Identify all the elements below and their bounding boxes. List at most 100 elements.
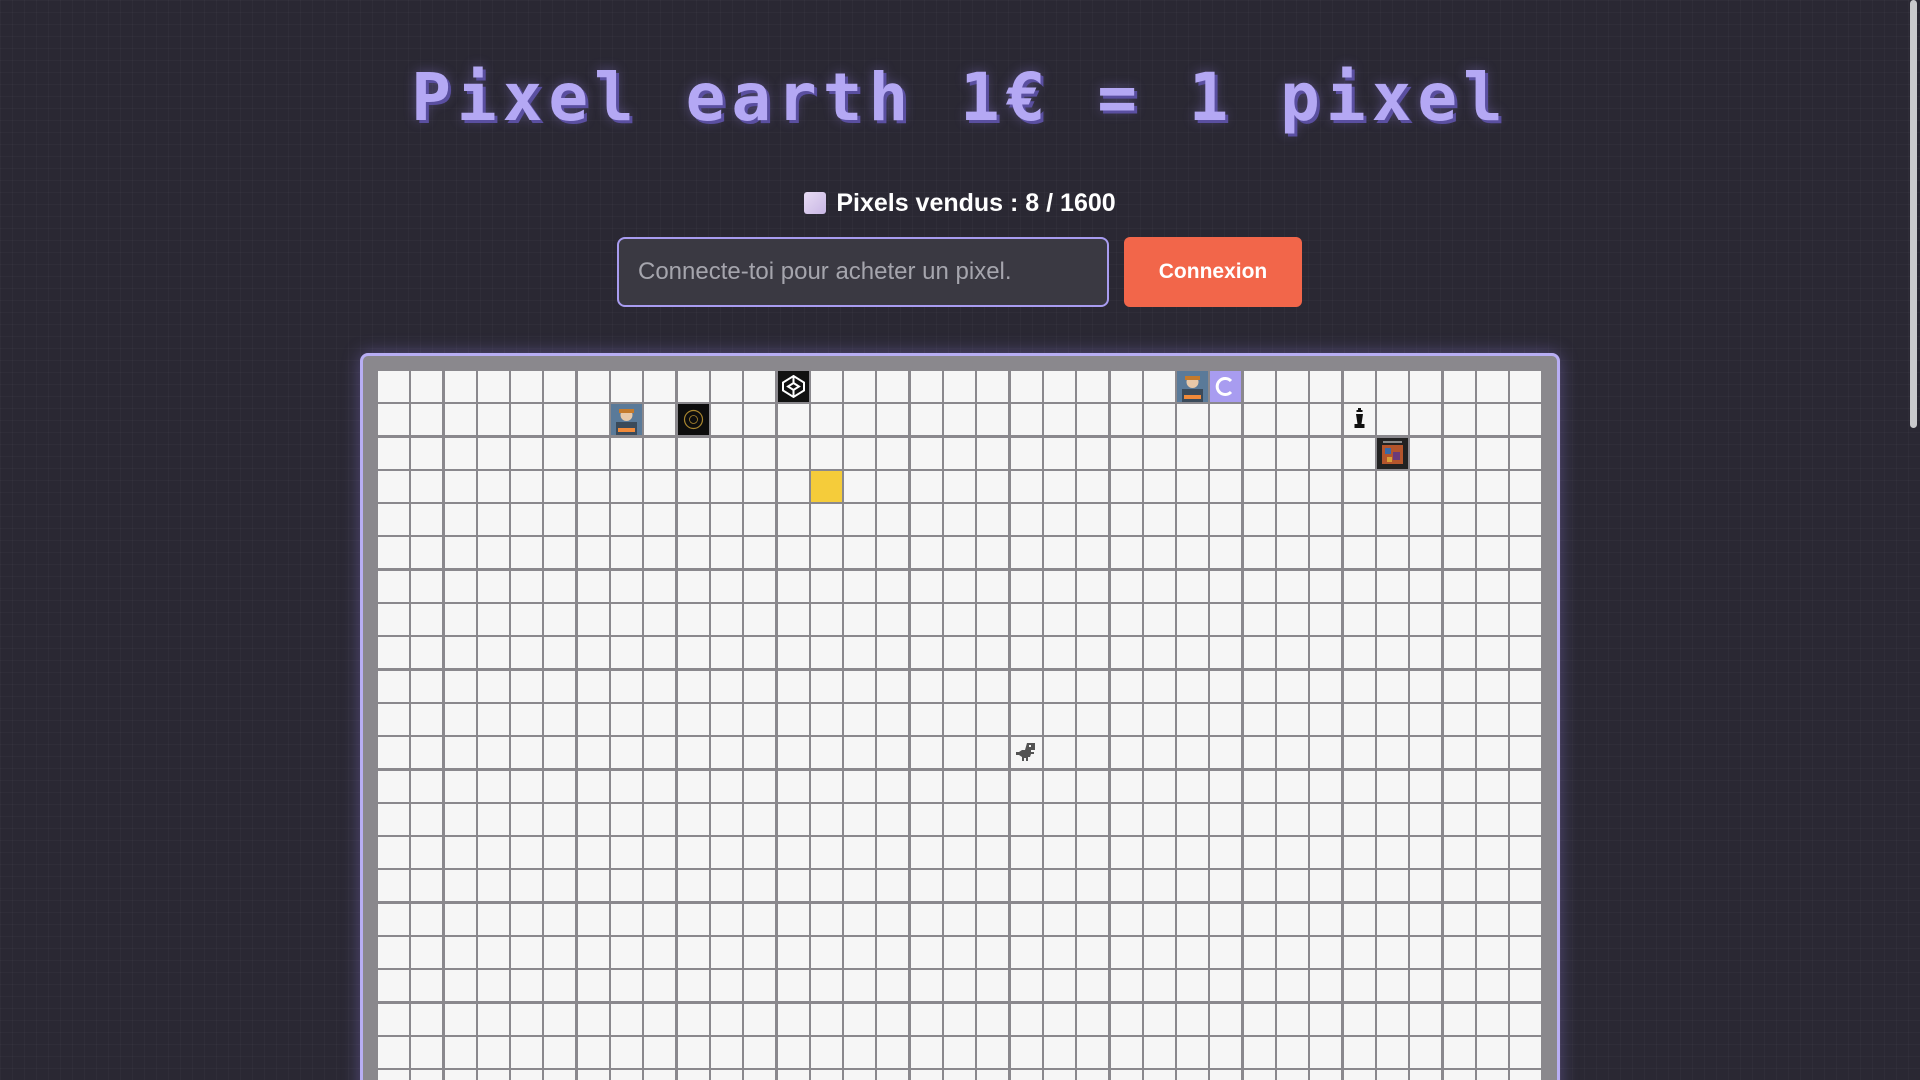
pixel-cell[interactable]: [977, 504, 1009, 536]
pixel-cell[interactable]: [944, 504, 976, 536]
pixel-cell[interactable]: [777, 537, 809, 569]
pixel-cell[interactable]: [1177, 670, 1209, 702]
pixel-cell[interactable]: [1277, 604, 1309, 636]
pixel-cell[interactable]: [444, 703, 476, 735]
pixel-cell[interactable]: [444, 1003, 476, 1035]
pixel-cell[interactable]: [577, 504, 609, 536]
pixel-cell[interactable]: [944, 937, 976, 969]
pixel-cell[interactable]: [1510, 437, 1542, 469]
pixel-cell[interactable]: [777, 870, 809, 902]
pixel-cell[interactable]: [544, 1036, 576, 1068]
pixel-cell[interactable]: [1043, 537, 1075, 569]
pixel-cell[interactable]: [1277, 870, 1309, 902]
pixel-cell[interactable]: [1010, 970, 1042, 1002]
pixel-cell[interactable]: [977, 837, 1009, 869]
pixel-cell[interactable]: [1310, 937, 1342, 969]
pixel-cell[interactable]: [710, 437, 742, 469]
pixel-cell[interactable]: [1243, 903, 1275, 935]
pixel-cell[interactable]: [511, 504, 543, 536]
pixel-cell[interactable]: [1376, 803, 1408, 835]
pixel-cell[interactable]: [1110, 404, 1142, 436]
pixel-cell[interactable]: [910, 1036, 942, 1068]
pixel-cell[interactable]: [877, 703, 909, 735]
pixel-cell[interactable]: [1277, 770, 1309, 802]
pixel-cell[interactable]: [1210, 703, 1242, 735]
pixel-cell[interactable]: [1410, 903, 1442, 935]
pixel-cell[interactable]: [910, 637, 942, 669]
pixel-cell[interactable]: [1043, 604, 1075, 636]
pixel-cell[interactable]: [1043, 837, 1075, 869]
pixel-cell[interactable]: [844, 970, 876, 1002]
pixel-cell[interactable]: [910, 1003, 942, 1035]
pixel-cell[interactable]: [1210, 737, 1242, 769]
pixel-cell[interactable]: [910, 404, 942, 436]
pixel-cell[interactable]: [1177, 504, 1209, 536]
pixel-cell[interactable]: [977, 1003, 1009, 1035]
pixel-cell[interactable]: [744, 437, 776, 469]
pixel-cell[interactable]: [1376, 470, 1408, 502]
pixel-cell[interactable]: [378, 803, 409, 835]
pixel-cell[interactable]: [1376, 903, 1408, 935]
pixel-cell[interactable]: [1443, 903, 1475, 935]
pixel-cell[interactable]: [511, 404, 543, 436]
pixel-cell[interactable]: [1510, 537, 1542, 569]
pixel-cell[interactable]: [577, 637, 609, 669]
pixel-cell[interactable]: [1110, 470, 1142, 502]
pixel-cell[interactable]: [411, 1036, 443, 1068]
pixel-cell[interactable]: [1010, 803, 1042, 835]
pixel-cell[interactable]: [744, 970, 776, 1002]
pixel-cell[interactable]: [710, 970, 742, 1002]
pixel-cell[interactable]: [511, 670, 543, 702]
pixel-cell[interactable]: [1177, 937, 1209, 969]
pixel-cell[interactable]: [1143, 903, 1175, 935]
pixel-cell[interactable]: [910, 737, 942, 769]
pixel-cell[interactable]: [1010, 470, 1042, 502]
pixel-cell[interactable]: [1010, 604, 1042, 636]
pixel-cell[interactable]: [1077, 903, 1109, 935]
pixel-cell[interactable]: [1243, 504, 1275, 536]
pixel-cell[interactable]: [1310, 837, 1342, 869]
pixel-cell[interactable]: [1210, 937, 1242, 969]
pixel-cell[interactable]: [1143, 371, 1175, 402]
pixel-cell[interactable]: [1443, 470, 1475, 502]
pixel-cell[interactable]: [1410, 1036, 1442, 1068]
pixel-cell[interactable]: [1376, 1036, 1408, 1068]
pixel-cell[interactable]: [577, 903, 609, 935]
pixel-cell[interactable]: [544, 470, 576, 502]
pixel-cell[interactable]: [1476, 604, 1508, 636]
pixel-cell[interactable]: [910, 770, 942, 802]
pixel-cell[interactable]: [1410, 371, 1442, 402]
pixel-cell[interactable]: [1243, 837, 1275, 869]
pixel-cell[interactable]: [1476, 404, 1508, 436]
pixel-cell[interactable]: [977, 703, 1009, 735]
pixel-cell[interactable]: [611, 837, 643, 869]
pixel-cell[interactable]: [1143, 637, 1175, 669]
pixel-cell[interactable]: [477, 803, 509, 835]
pixel-cell[interactable]: [844, 637, 876, 669]
pixel-cell[interactable]: [1310, 670, 1342, 702]
pixel-cell[interactable]: [1277, 737, 1309, 769]
pixel-cell[interactable]: [444, 404, 476, 436]
pixel-cell[interactable]: [1376, 970, 1408, 1002]
pixel-cell[interactable]: [810, 703, 842, 735]
pixel-cell[interactable]: [477, 1070, 509, 1080]
pixel-cell[interactable]: [944, 737, 976, 769]
pixel-cell[interactable]: [810, 737, 842, 769]
pixel-cell[interactable]: [1443, 437, 1475, 469]
pixel-cell[interactable]: [910, 703, 942, 735]
pixel-cell[interactable]: [1310, 703, 1342, 735]
pixel-cell[interactable]: [810, 970, 842, 1002]
pixel-cell[interactable]: [378, 537, 409, 569]
pixel-cell[interactable]: [1476, 371, 1508, 402]
pixel-cell[interactable]: [1077, 870, 1109, 902]
pixel-cell[interactable]: [810, 537, 842, 569]
pixel-cell[interactable]: [844, 537, 876, 569]
pixel-cell[interactable]: [744, 770, 776, 802]
pixel-cell[interactable]: [1310, 637, 1342, 669]
pixel-cell[interactable]: [1310, 470, 1342, 502]
pixel-cell[interactable]: [744, 1036, 776, 1068]
pixel-cell[interactable]: [477, 1003, 509, 1035]
pixel-cell[interactable]: [777, 670, 809, 702]
pixel-cell[interactable]: [1243, 970, 1275, 1002]
pixel-cell[interactable]: [1110, 504, 1142, 536]
